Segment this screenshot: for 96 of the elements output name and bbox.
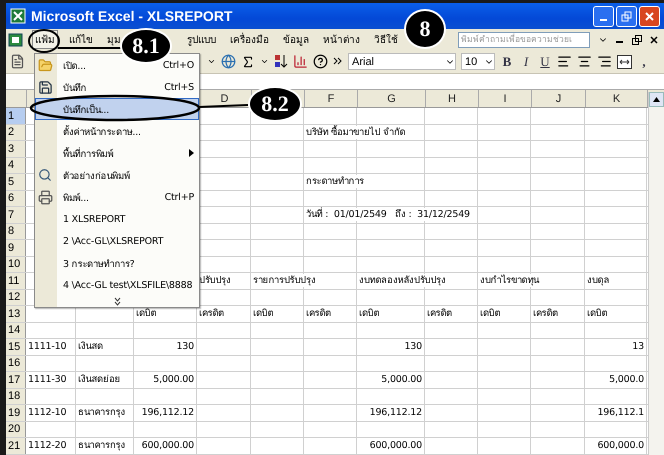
table-cell: งบทดลองหลังปรับปรุง — [359, 274, 446, 287]
menu-item[interactable]: 3 กระดาษทำการ? — [35, 252, 199, 274]
new-document-icon[interactable] — [10, 54, 25, 69]
column-header[interactable]: J — [556, 92, 562, 104]
table-cell: บริษัท ซื้อมาขายไป จำกัด — [306, 126, 406, 138]
row-header[interactable]: 14 — [6, 322, 26, 338]
highlight-ellipse — [28, 29, 60, 53]
row-header[interactable]: 1 — [6, 108, 26, 124]
menu-item[interactable]: 1 XLSREPORT — [35, 208, 199, 230]
row-header[interactable]: 15 — [6, 339, 26, 354]
help-search-field[interactable]: พิมพ์คำถามเพื่อขอความช่วยเ — [458, 32, 590, 48]
row-header[interactable]: 2 — [6, 124, 26, 140]
table-cell: 196,112.12 — [370, 406, 422, 419]
excel-icon — [10, 8, 26, 24]
table-cell: 196,112.1 — [597, 406, 644, 419]
row-header[interactable]: 7 — [6, 207, 26, 222]
table-cell: 5,000.00 — [381, 373, 422, 386]
row-header[interactable]: 9 — [6, 240, 26, 256]
printer-icon — [38, 190, 53, 204]
column-header[interactable]: F — [328, 92, 334, 104]
font-name-field[interactable]: Arial — [348, 53, 456, 70]
sort-ascending-icon[interactable] — [274, 54, 288, 69]
restore-icon — [621, 10, 632, 22]
restore-button[interactable] — [616, 6, 637, 26]
row-header[interactable]: 4 — [6, 158, 26, 173]
row-header[interactable]: 20 — [6, 422, 26, 437]
minimize-icon — [600, 19, 607, 21]
row-header[interactable]: 8 — [6, 224, 26, 239]
menu-item[interactable]: ตั้งค่าหน้ากระดาษ... — [35, 120, 199, 142]
row-header[interactable]: 5 — [6, 174, 26, 190]
row-header[interactable]: 17 — [6, 372, 26, 388]
column-header[interactable]: D — [220, 92, 228, 104]
row-header[interactable]: 16 — [6, 356, 26, 371]
menu-item[interactable]: ข้อมูล — [280, 30, 312, 49]
row-header[interactable]: 11 — [6, 273, 26, 288]
align-center-icon[interactable] — [577, 54, 592, 69]
expand-chevron-icon[interactable] — [114, 297, 120, 306]
row-header[interactable]: 3 — [6, 141, 26, 156]
up-arrow-icon — [653, 97, 660, 102]
globe-icon[interactable] — [221, 54, 236, 69]
table-cell: 5,000.0 — [609, 373, 644, 386]
menu-item[interactable]: เครื่องมือ — [227, 30, 272, 49]
column-header[interactable]: H — [448, 92, 456, 104]
menu-item[interactable]: หน้าต่าง — [320, 30, 363, 49]
magnifier-icon — [38, 168, 52, 182]
menu-item[interactable]: พิมพ์... Ctrl+P — [35, 186, 199, 208]
format-button[interactable]: I — [519, 54, 533, 70]
window-title: Microsoft Excel - XLSREPORT — [31, 8, 232, 24]
table-cell: กระดาษทำการ — [306, 175, 364, 188]
close-icon[interactable] — [650, 36, 658, 44]
chart-icon[interactable] — [293, 54, 308, 69]
font-size-field[interactable]: 10 — [461, 53, 495, 70]
close-button[interactable] — [639, 6, 660, 26]
row-header[interactable]: 12 — [6, 290, 26, 305]
column-header[interactable]: K — [612, 92, 620, 104]
close-icon — [644, 10, 655, 22]
table-cell: 600,000.00 — [142, 439, 194, 452]
table-cell: งบกำไรขาดทุน — [480, 274, 540, 287]
row-header[interactable]: 13 — [6, 306, 26, 322]
table-cell: วันที่ : 01/01/2549 ถึง : 31/12/2549 — [306, 208, 470, 221]
row-header[interactable]: 6 — [6, 190, 26, 206]
leader-line — [198, 104, 248, 108]
workbook-icon[interactable] — [8, 32, 24, 48]
minimize-button[interactable] — [593, 6, 614, 26]
table-cell: 600,000.0 — [597, 439, 644, 452]
help-icon[interactable] — [313, 54, 328, 69]
table-cell: 5,000.00 — [153, 373, 194, 386]
row-header[interactable]: 21 — [6, 438, 26, 454]
align-left-icon[interactable] — [557, 54, 572, 69]
restore-icon[interactable] — [632, 34, 642, 44]
folder-icon — [38, 58, 53, 72]
column-header[interactable]: I — [503, 92, 507, 104]
sum-icon[interactable] — [241, 54, 255, 68]
menu-item[interactable]: รูปแบบ — [184, 30, 219, 49]
format-button[interactable]: B — [500, 54, 514, 70]
column-header[interactable]: G — [387, 92, 396, 104]
menu-item[interactable]: 4 \Acc-GL test\XLSFILE\8888 — [35, 274, 199, 296]
menu-item[interactable]: ตัวอย่างก่อนพิมพ์ — [35, 164, 199, 186]
scroll-up-button[interactable] — [649, 92, 664, 107]
table-cell: รายการปรับปรุง — [253, 274, 316, 287]
merge-cells-icon[interactable] — [617, 54, 632, 68]
align-right-icon[interactable] — [597, 54, 612, 69]
leader-line — [58, 47, 121, 49]
table-cell: ปรับปรุง — [199, 274, 231, 287]
menu-item[interactable]: บันทึก Ctrl+S — [35, 76, 199, 98]
row-header[interactable]: 10 — [6, 256, 26, 272]
comma-style-button[interactable]: , — [637, 54, 651, 70]
table-cell: 196,112.12 — [142, 406, 194, 419]
menu-item[interactable]: แก้ไข — [66, 30, 96, 49]
table-cell: 600,000.00 — [370, 439, 422, 452]
row-header[interactable]: 18 — [6, 388, 26, 404]
row-header[interactable]: 19 — [6, 405, 26, 420]
format-button[interactable]: U — [538, 54, 552, 70]
menu-item[interactable]: พื้นที่การพิมพ์ — [35, 142, 199, 164]
menu-item[interactable]: วิธีใช้ — [371, 30, 401, 49]
menu-item[interactable]: 2 \Acc-GL\XLSREPORT — [35, 230, 199, 252]
